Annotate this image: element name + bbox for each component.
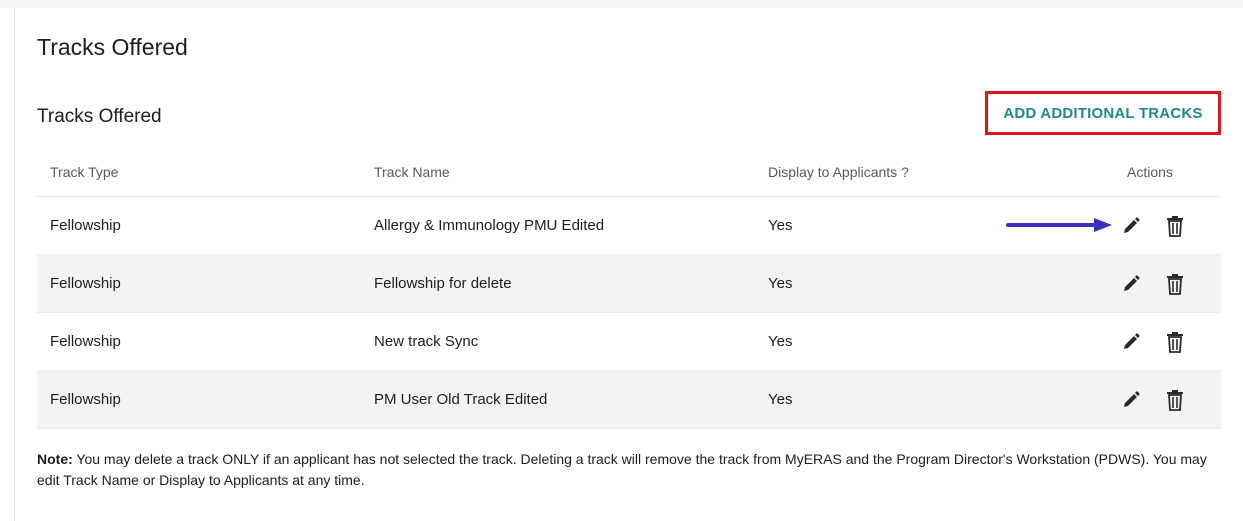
add-additional-tracks-button[interactable]: ADD ADDITIONAL TRACKS [985,91,1221,135]
track-type-cell: Fellowship [50,333,121,350]
display-cell: Yes [768,391,793,408]
note-text: Note: You may delete a track ONLY if an … [37,449,1207,491]
table-row: Fellowship Fellowship for delete Yes [37,255,1221,313]
display-cell: Yes [768,217,793,234]
delete-trash-icon[interactable] [1165,331,1185,353]
table-row: Fellowship New track Sync Yes [37,313,1221,371]
section-title: Tracks Offered [37,106,162,127]
edit-pencil-icon[interactable] [1121,390,1141,410]
track-type-cell: Fellowship [50,217,121,234]
edit-pencil-icon[interactable] [1121,274,1141,294]
page-title: Tracks Offered [37,34,188,60]
column-header-display: Display to Applicants ? [768,164,909,180]
tracks-table: Track Type Track Name Display to Applica… [37,154,1221,429]
edit-pencil-icon[interactable] [1121,216,1141,236]
delete-trash-icon[interactable] [1165,215,1185,237]
note-body: You may delete a track ONLY if an applic… [37,451,1207,488]
display-cell: Yes [768,275,793,292]
track-name-cell: New track Sync [374,333,479,350]
display-cell: Yes [768,333,793,350]
tracks-card: Tracks Offered Tracks Offered ADD ADDITI… [14,8,1243,521]
table-row: Fellowship PM User Old Track Edited Yes [37,371,1221,429]
top-divider [0,0,1243,8]
track-name-cell: PM User Old Track Edited [374,391,548,408]
track-name-cell: Allergy & Immunology PMU Edited [374,217,605,234]
track-name-cell: Fellowship for delete [374,275,512,292]
column-header-track-type: Track Type [50,164,119,180]
column-header-actions: Actions [1127,164,1173,180]
delete-trash-icon[interactable] [1165,389,1185,411]
table-header: Track Type Track Name Display to Applica… [37,154,1221,197]
note-label: Note: [37,451,73,467]
edit-pencil-icon[interactable] [1121,332,1141,352]
track-type-cell: Fellowship [50,275,121,292]
annotation-arrow-icon [1006,218,1112,232]
column-header-track-name: Track Name [374,164,450,180]
track-type-cell: Fellowship [50,391,121,408]
delete-trash-icon[interactable] [1165,273,1185,295]
